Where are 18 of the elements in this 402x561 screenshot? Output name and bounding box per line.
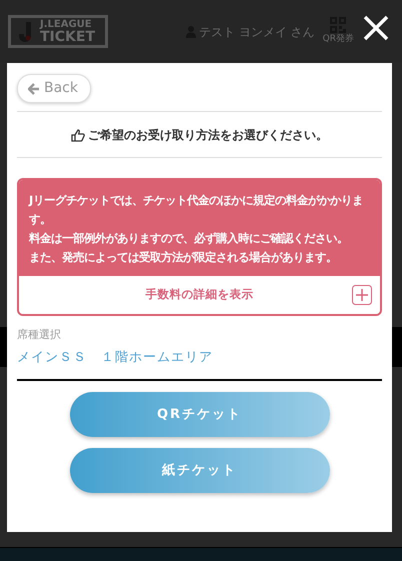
- qr-issue-label[interactable]: QR発券: [322, 32, 354, 46]
- back-arrow-icon: [28, 82, 40, 94]
- seat-type-value: メインＳＳ １階ホームエリア: [17, 348, 214, 366]
- logo-text: J.LEAGUE: [40, 20, 93, 30]
- notice-text: 料金は一部例外がありますので、必ず購入時にご確認ください。: [29, 230, 349, 247]
- close-icon[interactable]: [362, 14, 390, 42]
- ticket-option-button[interactable]: QRチケット: [70, 392, 330, 437]
- notice-text: また、発売によっては受取方法が限定される場合があります。: [29, 249, 338, 266]
- plus-icon: [352, 285, 372, 305]
- seat-type-label: 席種選択: [17, 327, 62, 343]
- ticket-option-button[interactable]: 紙チケット: [70, 448, 330, 493]
- instruction-text: ご希望のお受け取り方法をお選びください。: [88, 127, 328, 144]
- logo-text: TICKET: [40, 30, 95, 44]
- thumbs-up-icon: [71, 128, 85, 142]
- user-name: テスト ヨンメイ さん: [199, 24, 315, 40]
- notice-text: Jリーグチケットでは、チケット代金のほかに規定の料金がかかります。: [29, 192, 364, 228]
- logo[interactable]: J.LEAGUE TICKET: [8, 15, 108, 48]
- back-button[interactable]: Back: [17, 74, 91, 103]
